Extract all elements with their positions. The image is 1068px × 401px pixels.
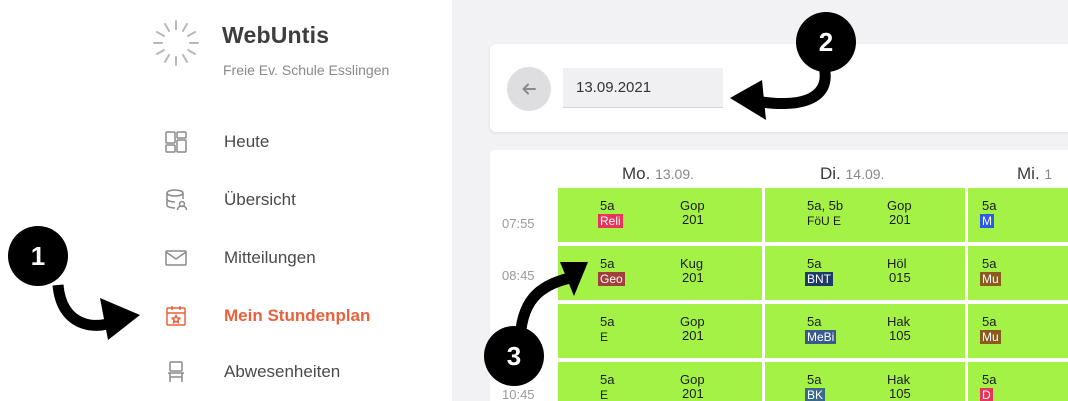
lesson-class: 5a — [807, 372, 822, 387]
dashboard-icon — [165, 131, 187, 153]
time-label: 07:55 — [502, 216, 535, 231]
lesson-cell[interactable]: 5a M — [968, 188, 1068, 242]
arrow-left-icon — [522, 83, 536, 95]
sidebar-item-heute[interactable]: Heute — [150, 122, 440, 162]
lesson-cell[interactable]: 5a BNT Höl 015 — [765, 246, 965, 300]
lesson-subject: Mu — [980, 272, 1001, 286]
brand-name: WebUntis — [222, 22, 330, 48]
sidebar-item-label: Heute — [224, 132, 270, 151]
lesson-class: 5a — [600, 314, 615, 329]
annotation-marker-2: 2 — [796, 12, 856, 72]
lesson-cell[interactable]: 5a BK Hak 105 — [765, 362, 965, 401]
webuntis-logo-icon — [153, 20, 199, 66]
lesson-class: 5a — [600, 372, 615, 387]
sidebar-item-label: Mitteilungen — [224, 248, 316, 267]
lesson-teacher: Hak — [887, 372, 911, 387]
lesson-teacher: Kug — [680, 256, 704, 271]
lesson-room: 105 — [889, 328, 911, 343]
lesson-cell[interactable]: 5a E Gop 201 — [558, 362, 762, 401]
day-header-mi: Mi. 1 — [1017, 164, 1053, 183]
lesson-subject: FöU E — [807, 214, 842, 228]
main-content: Mo. 13.09. Di. 14.09. Mi. 1 07:55 08:45 … — [452, 0, 1068, 401]
lesson-cell[interactable]: 5a Reli Gop 201 — [558, 188, 762, 242]
lesson-cell[interactable]: 5a D — [968, 362, 1068, 401]
lesson-room: 201 — [682, 328, 704, 343]
day-header-mo: Mo. 13.09. — [622, 164, 695, 183]
lesson-class: 5a — [807, 314, 822, 329]
date-toolbar — [490, 44, 1068, 132]
lesson-subject: MeBi — [805, 330, 837, 344]
lesson-subject: E — [600, 388, 609, 401]
lesson-subject: BNT — [805, 272, 833, 286]
sidebar: WebUntis Freie Ev. Schule Esslingen Heut… — [0, 0, 452, 401]
lesson-cell[interactable]: 5a Mu — [968, 246, 1068, 300]
lesson-teacher: Höl — [887, 256, 907, 271]
sidebar-item-label: Abwesenheiten — [224, 362, 341, 381]
sidebar-item-mein-stundenplan[interactable]: Mein Stundenplan — [150, 296, 440, 336]
sidebar-item-label: Übersicht — [224, 190, 296, 209]
lesson-subject: Geo — [598, 272, 625, 286]
lesson-cell[interactable]: 5a Mu — [968, 304, 1068, 358]
lesson-cell[interactable]: 5a E Gop 201 — [558, 304, 762, 358]
chair-icon — [168, 361, 184, 382]
lesson-subject: D — [980, 388, 993, 401]
lesson-room: 201 — [682, 212, 704, 227]
sidebar-item-abwesenheiten[interactable]: Abwesenheiten — [150, 352, 440, 392]
lesson-class: 5a — [807, 256, 822, 271]
lesson-teacher: Gop — [680, 198, 705, 213]
lesson-subject: E — [600, 330, 609, 344]
lesson-room: 201 — [682, 270, 704, 285]
lesson-subject: Reli — [598, 214, 623, 228]
sidebar-item-uebersicht[interactable]: Übersicht — [150, 180, 440, 220]
lesson-cell[interactable]: 5a Geo Kug 201 — [558, 246, 762, 300]
lesson-class: 5a, 5b — [807, 198, 844, 213]
timetable: Mo. 13.09. Di. 14.09. Mi. 1 07:55 08:45 … — [490, 150, 1068, 401]
day-header-di: Di. 14.09. — [820, 164, 885, 183]
lesson-class: 5a — [982, 256, 997, 271]
webuntis-screen: WebUntis Freie Ev. Schule Esslingen Heut… — [0, 0, 1068, 401]
lesson-teacher: Gop — [680, 314, 705, 329]
sidebar-item-label: Mein Stundenplan — [224, 306, 371, 325]
lesson-room: 105 — [889, 386, 911, 401]
calendar-star-icon — [166, 306, 186, 326]
lesson-cell[interactable]: 5a MeBi Hak 105 — [765, 304, 965, 358]
lesson-class: 5a — [600, 198, 615, 213]
lesson-class: 5a — [982, 372, 997, 387]
lesson-subject: M — [980, 214, 994, 228]
lesson-class: 5a — [982, 314, 997, 329]
annotation-marker-3: 3 — [484, 326, 544, 386]
lesson-cell[interactable]: 5a, 5b FöU E Gop 201 — [765, 188, 965, 242]
lesson-room: 015 — [889, 270, 911, 285]
lesson-subject: Mu — [980, 330, 1001, 344]
time-label: 08:45 — [502, 268, 535, 283]
sidebar-item-mitteilungen[interactable]: Mitteilungen — [150, 238, 440, 278]
lesson-teacher: Gop — [680, 372, 705, 387]
lesson-class: 5a — [982, 198, 997, 213]
lesson-room: 201 — [682, 386, 704, 401]
lesson-teacher: Hak — [887, 314, 911, 329]
lesson-subject: BK — [805, 388, 826, 401]
previous-week-button[interactable] — [507, 67, 551, 111]
annotation-marker-1: 1 — [8, 226, 68, 286]
date-input[interactable] — [563, 68, 723, 108]
mail-icon — [165, 250, 187, 266]
school-name: Freie Ev. Schule Esslingen — [223, 62, 390, 78]
time-label: 10:45 — [502, 387, 535, 401]
lesson-class: 5a — [600, 256, 615, 271]
database-user-icon — [166, 189, 188, 211]
lesson-room: 201 — [889, 212, 911, 227]
lesson-teacher: Gop — [887, 198, 912, 213]
